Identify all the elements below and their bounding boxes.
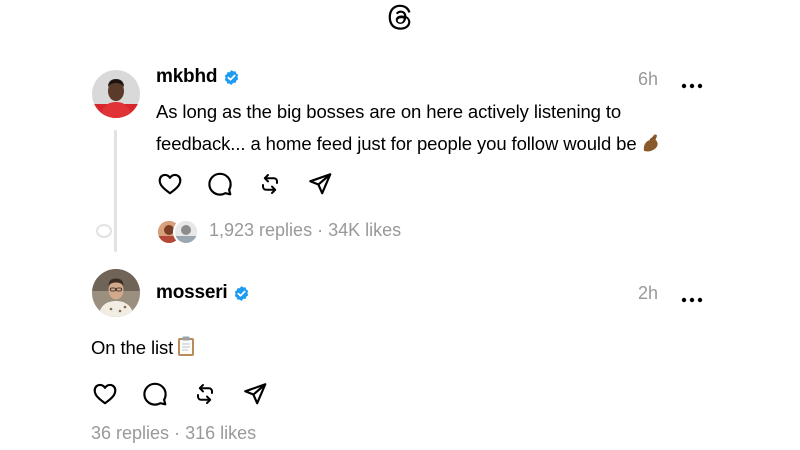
likes-count[interactable]: 316 likes — [185, 423, 256, 443]
share-icon[interactable] — [241, 380, 269, 408]
post-username[interactable]: mosseri — [156, 282, 250, 304]
heart-icon[interactable] — [91, 380, 119, 408]
repost-icon[interactable] — [256, 170, 284, 198]
thread-end-dot — [96, 224, 112, 238]
post-body: On the list — [91, 332, 196, 367]
username-text[interactable]: mkbhd — [156, 66, 217, 88]
replies-count[interactable]: 1,923 replies — [209, 220, 312, 240]
stats-separator: · — [317, 220, 324, 240]
post-actions — [156, 170, 356, 198]
avatar[interactable] — [92, 269, 140, 317]
replies-count[interactable]: 36 replies — [91, 423, 169, 443]
repost-icon[interactable] — [191, 380, 219, 408]
likes-count[interactable]: 34K likes — [328, 220, 401, 240]
replier-avatars — [156, 219, 199, 245]
clipboard-emoji — [176, 335, 196, 367]
pinched-fingers-emoji — [640, 131, 662, 163]
verified-badge-icon — [235, 285, 249, 301]
post-actions — [91, 380, 291, 408]
threads-logo-icon[interactable] — [384, 1, 416, 33]
comment-icon[interactable] — [206, 170, 234, 198]
more-options-icon[interactable] — [681, 290, 703, 303]
stats-separator: · — [174, 423, 181, 443]
post-stats: 36 replies · 316 likes — [91, 423, 256, 444]
post-body-text: As long as the big bosses are on here ac… — [156, 101, 637, 154]
comment-icon[interactable] — [141, 380, 169, 408]
verified-badge-icon — [225, 69, 239, 85]
post-stats: 1,923 replies · 34K likes — [209, 220, 401, 241]
more-options-icon[interactable] — [681, 76, 703, 89]
avatar — [173, 219, 199, 245]
post-body-text: On the list — [91, 337, 174, 358]
share-icon[interactable] — [306, 170, 334, 198]
post-username[interactable]: mkbhd — [156, 66, 240, 88]
avatar[interactable] — [92, 70, 140, 118]
thread-connector-line — [114, 130, 117, 252]
post-body: As long as the big bosses are on here ac… — [156, 96, 676, 163]
post-timestamp: 6h — [638, 69, 659, 89]
post-timestamp: 2h — [638, 283, 659, 303]
heart-icon[interactable] — [156, 170, 184, 198]
username-text[interactable]: mosseri — [156, 282, 228, 304]
